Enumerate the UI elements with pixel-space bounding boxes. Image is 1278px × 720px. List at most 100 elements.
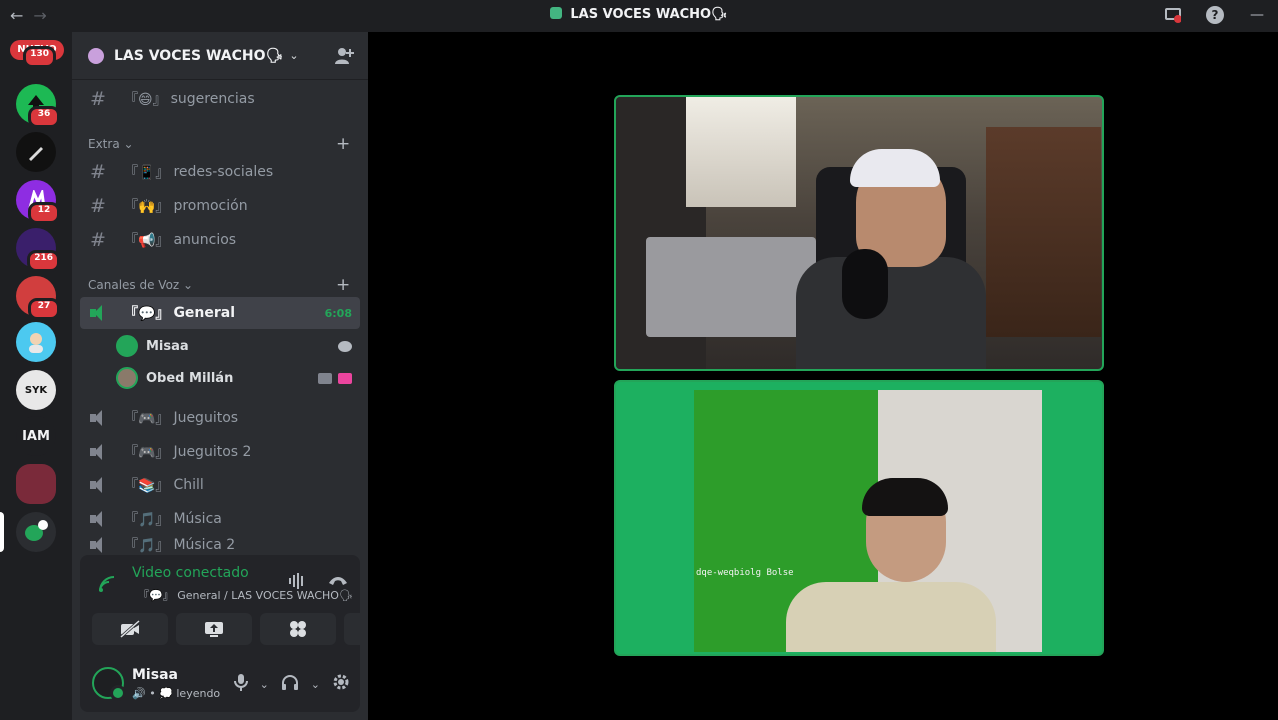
server-3[interactable] xyxy=(16,132,56,172)
camera-off-button[interactable] xyxy=(92,613,168,645)
voice-channel-jueguitos[interactable]: 『🎮』 Jueguitos xyxy=(80,402,360,434)
badge-server-4: 12 xyxy=(28,202,60,224)
settings-gear-icon[interactable] xyxy=(332,673,350,695)
voice-channel-chill[interactable]: 『📚』 Chill xyxy=(80,469,360,501)
call-timer: 6:08 xyxy=(324,306,352,320)
server-5[interactable]: 216 xyxy=(16,228,60,272)
voice-channel-musica[interactable]: 『🎵』 Música xyxy=(80,503,360,535)
channel-sidebar: LAS VOCES WACHO🗣 ⌄ # 『😄』 sugerencias Ext… xyxy=(72,32,420,720)
voice-member-misaa[interactable]: Misaa xyxy=(116,331,360,361)
chevron-down-icon[interactable]: ⌄ xyxy=(260,678,269,691)
channel-anuncios[interactable]: # 『📢』 anuncios xyxy=(80,224,360,256)
guild-icon xyxy=(88,47,104,64)
server-7[interactable] xyxy=(16,322,56,362)
voice-channel-general[interactable]: 『💬』 General 6:08 xyxy=(80,297,360,329)
speaker-icon xyxy=(90,477,108,493)
minimize-icon[interactable]: — xyxy=(1248,6,1266,24)
chevron-down-icon: ⌄ xyxy=(123,137,134,151)
camera-off-icon xyxy=(120,620,140,638)
channel-emoji: 『💬』 xyxy=(124,306,170,322)
channel-emoji: 『🎮』 xyxy=(124,411,170,427)
chevron-down-icon[interactable]: ⌄ xyxy=(311,678,320,691)
voice-channel-jueguitos-2[interactable]: 『🎮』 Jueguitos 2 xyxy=(80,436,360,468)
microphone-icon[interactable] xyxy=(233,673,248,695)
server-8[interactable]: SYK xyxy=(16,370,56,410)
server-10[interactable] xyxy=(16,464,56,504)
selected-server-indicator xyxy=(0,512,4,552)
channel-sugerencias[interactable]: # 『😄』 sugerencias xyxy=(80,83,360,115)
video-door xyxy=(986,127,1101,337)
screen-share-icon xyxy=(205,622,223,637)
speaker-icon xyxy=(90,305,108,321)
help-icon[interactable]: ? xyxy=(1206,6,1224,24)
server-9[interactable]: IAM xyxy=(16,416,56,456)
channel-label: General xyxy=(173,305,236,321)
noise-suppression-icon[interactable] xyxy=(288,573,306,593)
signal-icon[interactable] xyxy=(98,575,116,593)
video-tile-obed[interactable] xyxy=(614,95,1104,371)
channel-label: promoción xyxy=(173,198,248,214)
hash-icon: # xyxy=(90,88,106,110)
video-overlay-text: dqe-weqbiolg Bolse xyxy=(696,568,794,578)
video-microphone xyxy=(842,249,888,319)
speaker-icon xyxy=(90,511,108,527)
camera-icon xyxy=(318,372,332,384)
window-title: LAS VOCES WACHO🗣 xyxy=(0,7,1278,22)
category-extra[interactable]: Extra ⌄ + xyxy=(88,134,350,154)
video-stage: dqe-weqbiolg Bolse xyxy=(368,32,1278,720)
avatar xyxy=(116,367,138,389)
server-icon xyxy=(550,7,563,19)
video-tile-misaa[interactable]: dqe-weqbiolg Bolse xyxy=(614,380,1104,656)
hash-icon: # xyxy=(90,161,106,183)
channel-emoji: 『📚』 xyxy=(124,478,170,494)
video-person-body xyxy=(796,257,986,369)
chevron-down-icon: ⌄ xyxy=(183,278,194,292)
guild-name: LAS VOCES WACHO🗣 xyxy=(114,47,284,64)
screen-share-status-icon[interactable] xyxy=(1164,6,1182,24)
channel-emoji: 『📱』 xyxy=(124,165,170,181)
channel-label: Música xyxy=(173,511,222,527)
pen-icon xyxy=(29,147,43,161)
video-window xyxy=(686,97,796,207)
status-bubble-icon xyxy=(338,340,352,352)
disconnect-icon[interactable] xyxy=(328,573,348,593)
video-bed xyxy=(646,237,816,337)
add-channel-icon[interactable]: + xyxy=(336,134,350,154)
channel-label: anuncios xyxy=(173,232,237,248)
channel-promocion[interactable]: # 『🙌』 promoción xyxy=(80,190,360,222)
voice-member-obed[interactable]: Obed Millán xyxy=(116,363,360,393)
channel-label: Jueguitos 2 xyxy=(173,444,252,460)
activities-button[interactable] xyxy=(260,613,336,645)
voice-channel-musica-2[interactable]: 『🎵』 Música 2 xyxy=(80,536,360,554)
server-list: NUEVO 130 36 12 216 27 SYK IAM xyxy=(0,32,72,720)
category-voice[interactable]: Canales de Voz ⌄ + xyxy=(88,275,350,295)
speaker-icon xyxy=(90,537,108,553)
screen-share-button[interactable] xyxy=(176,613,252,645)
server-2[interactable]: 36 xyxy=(16,84,60,128)
channel-label: Chill xyxy=(173,477,204,493)
add-channel-icon[interactable]: + xyxy=(336,275,350,295)
channel-label: sugerencias xyxy=(170,91,255,107)
server-11[interactable] xyxy=(16,512,56,552)
category-label: Extra xyxy=(88,137,120,151)
speaker-icon xyxy=(90,410,108,426)
user-area: Misaa 🔊 • 💭 leyendo ⌄ ⌄ xyxy=(80,655,360,712)
voice-status: Video conectado xyxy=(132,565,249,581)
member-name: Misaa xyxy=(146,338,189,354)
user-name[interactable]: Misaa xyxy=(132,667,178,683)
channel-emoji: 『😄』 xyxy=(124,92,167,108)
server-4[interactable]: 12 xyxy=(16,180,60,224)
titlebar: ← → LAS VOCES WACHO🗣 ? — xyxy=(0,0,1278,32)
headphones-icon[interactable] xyxy=(281,674,299,694)
member-name: Obed Millán xyxy=(146,370,234,386)
voice-connection-panel: Video conectado 『💬』 General / LAS VOCES … xyxy=(80,555,420,712)
guild-header[interactable]: LAS VOCES WACHO🗣 ⌄ xyxy=(72,32,368,80)
invite-icon[interactable] xyxy=(334,46,354,66)
user-avatar[interactable] xyxy=(92,667,126,701)
speaker-icon xyxy=(90,444,108,460)
channel-label: Música 2 xyxy=(173,537,236,553)
server-6[interactable]: 27 xyxy=(16,276,60,320)
channel-label: redes-sociales xyxy=(173,164,274,180)
video-cap xyxy=(850,149,940,187)
channel-redes-sociales[interactable]: # 『📱』 redes-sociales xyxy=(80,156,360,188)
